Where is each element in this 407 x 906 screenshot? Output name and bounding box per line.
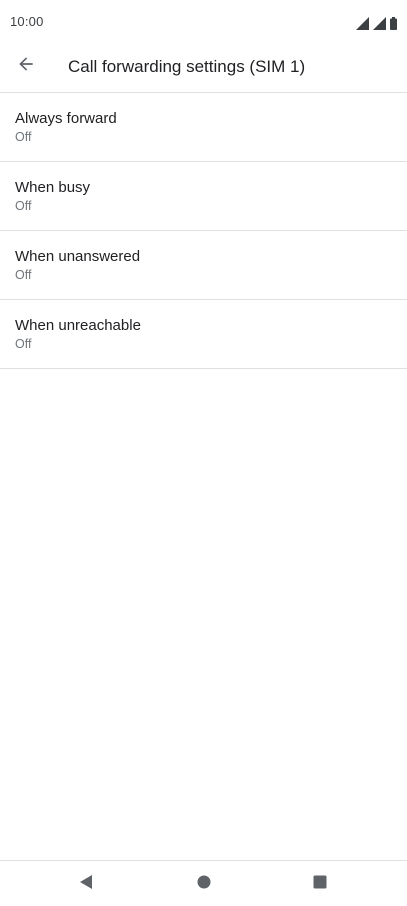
- nav-home-icon: [197, 875, 211, 894]
- back-button[interactable]: [6, 46, 46, 86]
- settings-list: Always forward Off When busy Off When un…: [0, 93, 407, 369]
- app-bar: Call forwarding settings (SIM 1): [0, 44, 407, 93]
- setting-title: Always forward: [15, 110, 117, 127]
- setting-title: When unanswered: [15, 248, 141, 265]
- setting-when-unreachable[interactable]: When unreachable Off: [0, 300, 407, 369]
- nav-back-button[interactable]: [74, 872, 98, 896]
- status-bar: 10:00: [0, 0, 407, 44]
- setting-always-forward[interactable]: Always forward Off: [0, 93, 407, 162]
- screen: 10:00 Call forwarding settings (SIM 1) A…: [0, 0, 407, 906]
- battery-icon: [390, 17, 397, 30]
- setting-title: When busy: [15, 179, 91, 196]
- page-title: Call forwarding settings (SIM 1): [68, 57, 306, 76]
- nav-home-button[interactable]: [192, 872, 216, 896]
- setting-when-unanswered[interactable]: When unanswered Off: [0, 231, 407, 300]
- setting-when-busy[interactable]: When busy Off: [0, 162, 407, 231]
- navigation-bar: [0, 860, 407, 906]
- signal-sim1-icon: [356, 17, 369, 30]
- nav-recents-button[interactable]: [308, 872, 332, 896]
- arrow-back-icon: [16, 54, 36, 79]
- nav-back-icon: [78, 874, 94, 895]
- status-time: 10:00: [10, 14, 44, 29]
- nav-recents-icon: [313, 875, 327, 894]
- setting-summary: Off: [15, 268, 32, 282]
- setting-title: When unreachable: [15, 317, 141, 334]
- setting-summary: Off: [15, 130, 32, 144]
- status-icons: [356, 14, 397, 30]
- setting-summary: Off: [15, 199, 32, 213]
- signal-sim2-icon: [373, 17, 386, 30]
- setting-summary: Off: [15, 337, 32, 351]
